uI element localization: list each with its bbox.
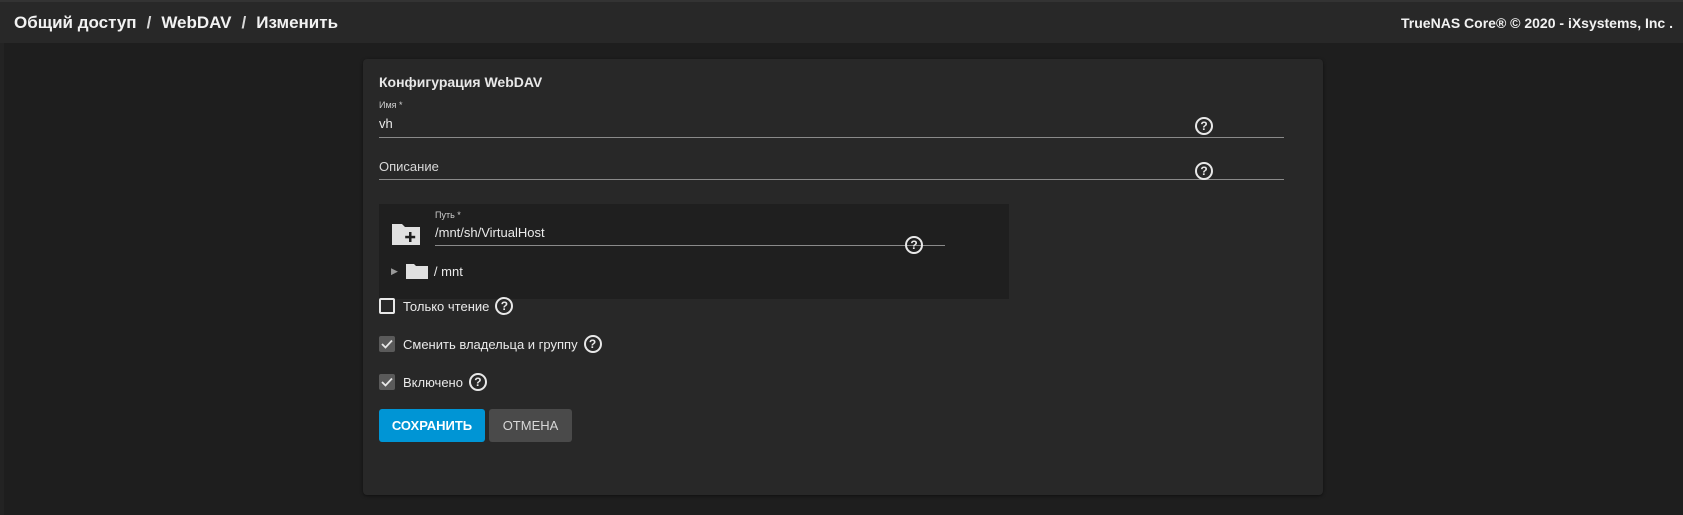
readonly-row: Только чтение ? [379, 297, 514, 315]
readonly-help-icon[interactable]: ? [495, 297, 514, 315]
caret-right-icon[interactable]: ▶ [391, 266, 398, 277]
change-owner-row: Сменить владельца и группу ? [379, 335, 602, 353]
path-field[interactable]: Путь * /mnt/sh/VirtualHost [435, 210, 945, 246]
path-help-icon[interactable]: ? [905, 236, 923, 254]
save-button[interactable]: СОХРАНИТЬ [379, 409, 485, 442]
folder-add-icon[interactable] [390, 221, 422, 247]
tree-node-mnt[interactable]: ▶ / mnt [391, 263, 463, 279]
cancel-button[interactable]: ОТМЕНА [489, 409, 572, 442]
breadcrumb-webdav[interactable]: WebDAV [161, 13, 231, 33]
description-help-icon[interactable]: ? [1195, 162, 1213, 180]
change-owner-label[interactable]: Сменить владельца и группу [403, 337, 578, 352]
path-explorer: Путь * /mnt/sh/VirtualHost ? ▶ / mnt [379, 204, 1009, 299]
change-owner-checkbox[interactable] [379, 336, 395, 352]
path-label: Путь * [435, 210, 461, 220]
readonly-checkbox[interactable] [379, 298, 395, 314]
breadcrumb-separator: / [241, 12, 247, 32]
enabled-checkbox[interactable] [379, 374, 395, 390]
copyright-text[interactable]: TrueNAS Core® © 2020 - iXsystems, Inc . [1401, 15, 1673, 31]
name-label: Имя * [379, 100, 403, 110]
enabled-help-icon[interactable]: ? [468, 373, 487, 391]
breadcrumb: Общий доступ / WebDAV / Изменить [14, 13, 338, 33]
name-help-icon[interactable]: ? [1195, 117, 1213, 135]
enabled-row: Включено ? [379, 373, 487, 391]
path-input[interactable]: /mnt/sh/VirtualHost [435, 225, 945, 240]
readonly-label[interactable]: Только чтение [403, 299, 489, 314]
name-underline [379, 137, 1284, 138]
left-rail [0, 43, 4, 515]
enabled-label[interactable]: Включено [403, 375, 463, 390]
change-owner-help-icon[interactable]: ? [583, 335, 602, 353]
check-icon [381, 377, 393, 387]
path-underline [435, 245, 945, 246]
breadcrumb-sharing[interactable]: Общий доступ [14, 13, 137, 33]
webdav-config-card: Конфигурация WebDAV Имя * vh ? Описание … [363, 59, 1323, 495]
breadcrumb-separator: / [146, 12, 152, 32]
name-field[interactable]: Имя * vh [379, 100, 1284, 138]
breadcrumb-edit: Изменить [256, 12, 339, 32]
description-input[interactable]: Описание [379, 159, 1284, 174]
tree-node-label: / mnt [433, 263, 463, 279]
description-field[interactable]: Описание [379, 159, 1284, 180]
card-title: Конфигурация WebDAV [379, 74, 543, 90]
description-underline [379, 179, 1284, 180]
check-icon [381, 339, 393, 349]
name-input[interactable]: vh [379, 116, 1284, 131]
top-bar: Общий доступ / WebDAV / Изменить TrueNAS… [0, 0, 1683, 43]
folder-icon [405, 264, 428, 279]
